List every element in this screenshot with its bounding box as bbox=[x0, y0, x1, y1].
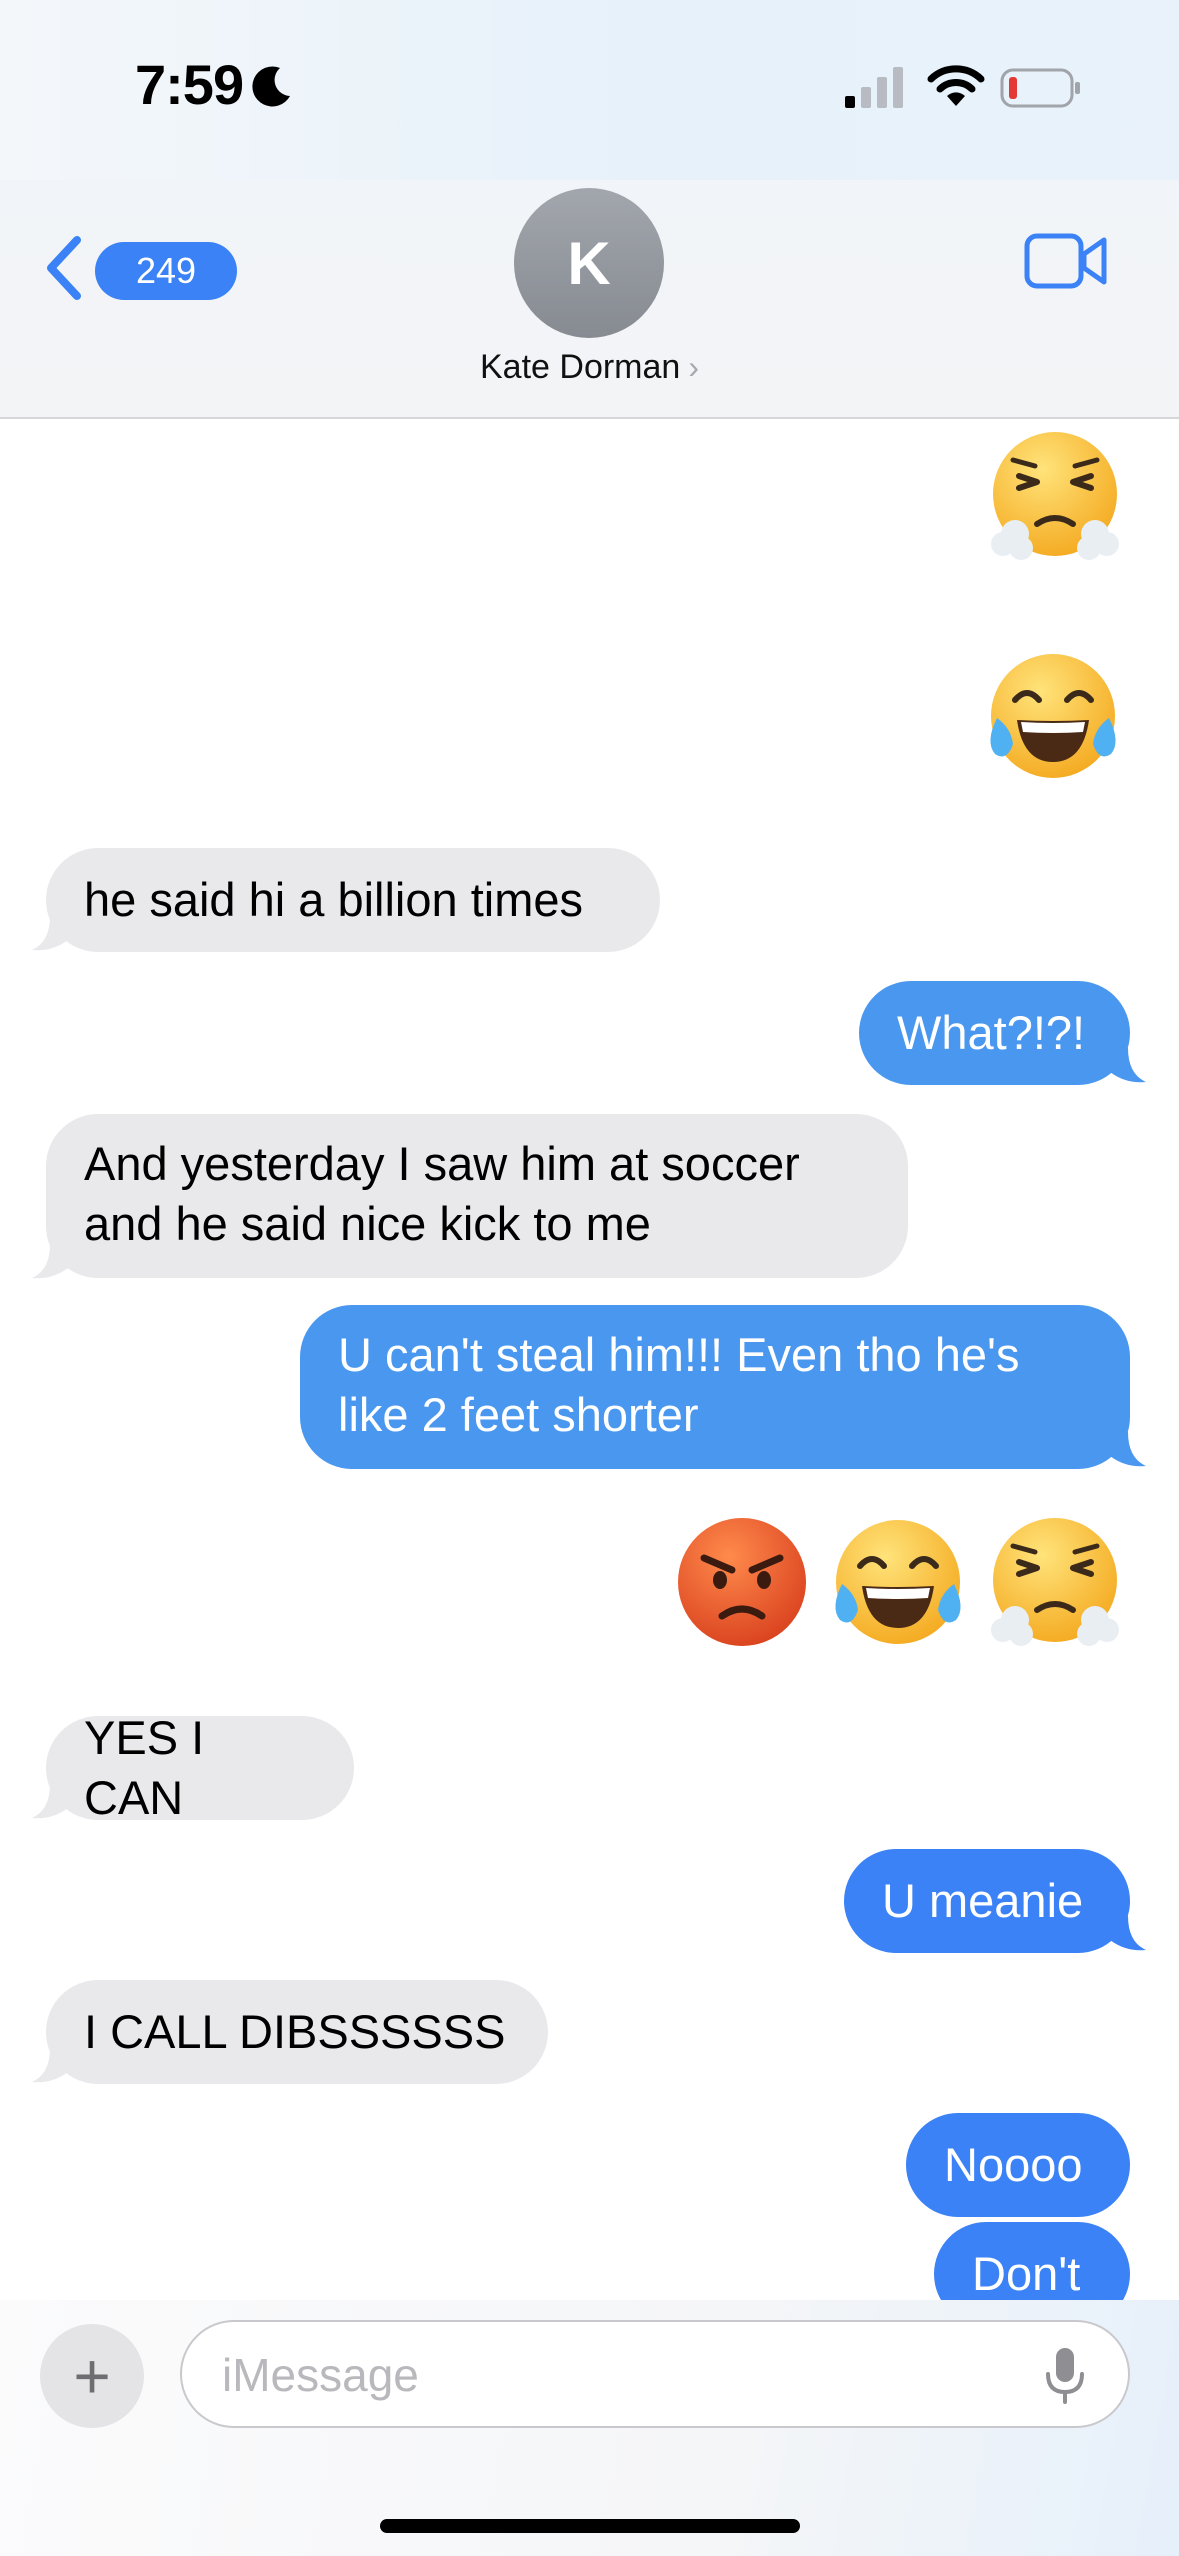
message-input[interactable] bbox=[220, 2342, 1004, 2408]
message-line: And yesterday I saw him at soccer bbox=[84, 1137, 800, 1190]
chevron-left-icon bbox=[47, 236, 81, 300]
wifi-icon bbox=[927, 65, 985, 106]
message-field[interactable] bbox=[180, 2320, 1130, 2428]
incoming-message[interactable]: And yesterday I saw him at soccer and he… bbox=[46, 1114, 908, 1278]
incoming-message[interactable]: I CALL DIBSSSSSS bbox=[46, 1980, 548, 2084]
tears-of-joy-emoji[interactable] bbox=[983, 646, 1123, 786]
message-text: YES I CAN bbox=[84, 1711, 205, 1824]
compose-bar: + bbox=[0, 2300, 1179, 2556]
apps-plus-button[interactable]: + bbox=[40, 2324, 144, 2428]
message-text: What?!?! bbox=[897, 1006, 1086, 1059]
angry-face-emoji[interactable] bbox=[672, 1512, 812, 1652]
contact-avatar[interactable]: K bbox=[514, 188, 664, 338]
message-line: U can't steal him!!! Even tho he's bbox=[338, 1328, 1020, 1381]
huffing-face-emoji[interactable] bbox=[985, 1512, 1125, 1652]
message-text: Don't bbox=[972, 2247, 1081, 2300]
outgoing-message[interactable]: Noooo bbox=[906, 2113, 1130, 2217]
message-text: I CALL DIBSSSSSS bbox=[84, 2005, 506, 2058]
incoming-message[interactable]: he said hi a billion times bbox=[46, 848, 660, 952]
video-call-icon[interactable] bbox=[1024, 230, 1108, 294]
back-button[interactable]: 249 bbox=[45, 230, 237, 300]
conversation-header: 249 K Kate Dorman › bbox=[0, 180, 1179, 419]
plus-icon: + bbox=[73, 2340, 111, 2412]
status-bar: 7:59 bbox=[0, 0, 1179, 180]
status-time: 7:59 bbox=[135, 53, 244, 116]
outgoing-message[interactable]: U meanie bbox=[844, 1849, 1130, 1953]
message-text: he said hi a billion times bbox=[84, 873, 583, 926]
outgoing-message[interactable]: U can't steal him!!! Even tho he's like … bbox=[300, 1305, 1130, 1469]
tears-of-joy-emoji[interactable] bbox=[828, 1512, 968, 1652]
message-text: U meanie bbox=[882, 1874, 1084, 1927]
message-text: Noooo bbox=[944, 2138, 1083, 2191]
message-line: like 2 feet shorter bbox=[338, 1388, 699, 1441]
contact-name-button[interactable]: Kate Dorman › bbox=[0, 348, 1179, 387]
home-indicator[interactable] bbox=[380, 2519, 800, 2533]
battery-low-icon bbox=[1000, 68, 1080, 108]
microphone-icon[interactable] bbox=[1044, 2346, 1086, 2406]
incoming-message[interactable]: YES I CAN bbox=[46, 1711, 354, 1824]
outgoing-message[interactable]: What?!?! bbox=[859, 981, 1130, 1085]
message-line: and he said nice kick to me bbox=[84, 1197, 651, 1250]
unread-count-badge: 249 bbox=[95, 242, 237, 300]
chevron-right-icon: › bbox=[688, 349, 699, 385]
moon-icon bbox=[252, 66, 290, 107]
huffing-face-emoji[interactable] bbox=[985, 426, 1125, 566]
contact-name: Kate Dorman bbox=[480, 348, 681, 386]
cellular-signal-icon bbox=[845, 67, 903, 108]
